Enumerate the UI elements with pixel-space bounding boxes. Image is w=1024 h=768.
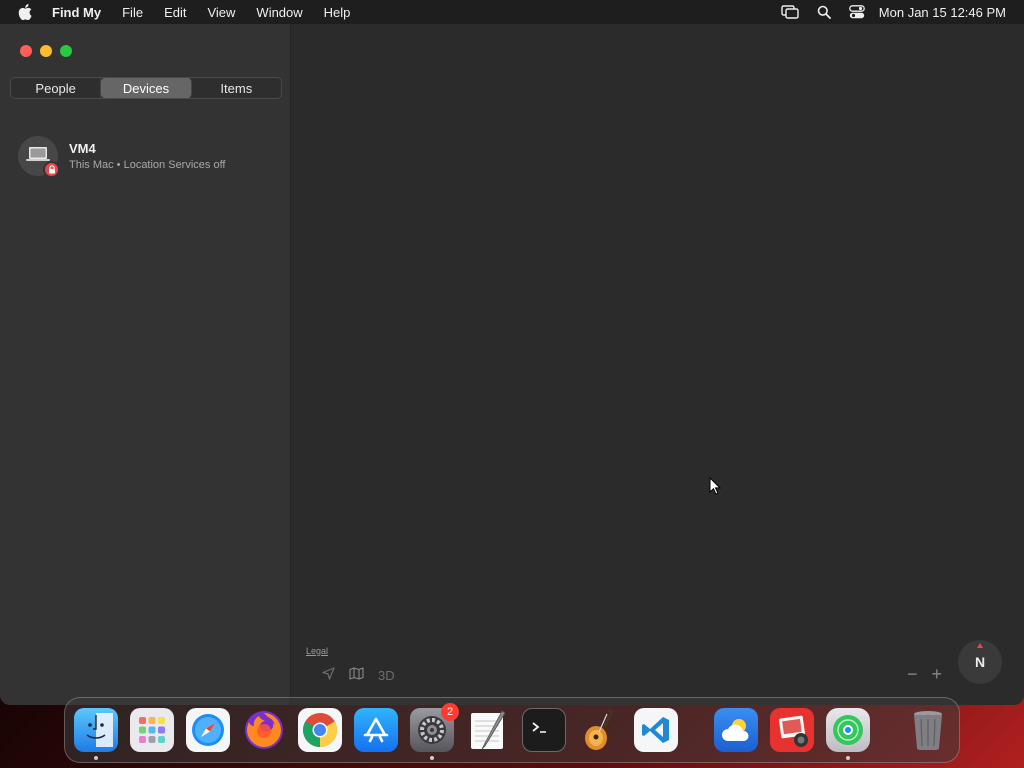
legal-link[interactable]: Legal — [306, 646, 328, 656]
chrome-icon[interactable] — [298, 708, 342, 752]
lock-icon — [43, 161, 60, 178]
tab-items[interactable]: Items — [192, 78, 281, 98]
category-segmented-control: People Devices Items — [10, 77, 282, 99]
mouse-cursor-icon — [709, 476, 722, 500]
device-status: This Mac • Location Services off — [69, 159, 226, 171]
garageband-icon[interactable] — [578, 708, 622, 752]
compass-button[interactable]: N — [958, 640, 1002, 684]
menu-window[interactable]: Window — [256, 5, 302, 20]
apple-menu-icon[interactable] — [18, 4, 36, 20]
zoom-in-button[interactable]: + — [931, 664, 942, 685]
system-settings-icon[interactable]: 2 — [410, 703, 459, 760]
control-center-icon[interactable] — [848, 5, 865, 19]
notification-badge: 2 — [441, 703, 459, 721]
window-controls — [20, 45, 72, 57]
device-avatar — [18, 136, 60, 178]
device-name: VM4 — [69, 141, 96, 156]
screen-mirroring-icon[interactable] — [781, 5, 799, 19]
menu-edit[interactable]: Edit — [164, 5, 186, 20]
dock: 2 — [64, 697, 960, 763]
running-indicator — [430, 756, 434, 760]
firefox-icon[interactable] — [242, 708, 286, 752]
photo-booth-icon[interactable] — [770, 708, 814, 752]
menu-clock[interactable]: Mon Jan 15 12:46 PM — [879, 5, 1006, 20]
menu-help[interactable]: Help — [324, 5, 351, 20]
terminal-icon[interactable] — [522, 708, 566, 752]
running-indicator — [846, 756, 850, 760]
running-indicator — [94, 756, 98, 760]
app-store-icon[interactable] — [354, 708, 398, 752]
minimize-window-button[interactable] — [40, 45, 52, 57]
textedit-icon[interactable] — [466, 708, 510, 752]
compass-north-marker — [977, 643, 983, 648]
menu-bar: Find My File Edit View Window Help Mon J… — [0, 0, 1024, 24]
tab-devices[interactable]: Devices — [101, 78, 192, 98]
map-type-icon[interactable] — [349, 667, 364, 683]
menu-file[interactable]: File — [122, 5, 143, 20]
weather-icon[interactable] — [714, 708, 758, 752]
zoom-controls: − + — [907, 664, 942, 685]
trash-icon[interactable] — [906, 708, 950, 752]
menu-app-name[interactable]: Find My — [52, 5, 101, 20]
finder-icon[interactable] — [74, 708, 118, 760]
find-my-icon[interactable] — [826, 708, 870, 760]
launchpad-icon[interactable] — [130, 708, 174, 752]
vscode-icon[interactable] — [634, 708, 678, 752]
safari-icon[interactable] — [186, 708, 230, 752]
menu-view[interactable]: View — [207, 5, 235, 20]
compass-label: N — [974, 654, 986, 670]
tab-people[interactable]: People — [11, 78, 102, 98]
zoom-out-button[interactable]: − — [907, 664, 918, 685]
spotlight-search-icon[interactable] — [817, 5, 831, 19]
3d-toggle-button[interactable]: 3D — [378, 668, 395, 683]
close-window-button[interactable] — [20, 45, 32, 57]
sidebar: People Devices Items VM4 This Mac • Loca… — [0, 24, 291, 705]
map-controls: 3D — [322, 667, 395, 683]
device-list-item[interactable]: VM4 This Mac • Location Services off — [18, 134, 283, 178]
location-arrow-icon[interactable] — [322, 667, 335, 683]
find-my-window: People Devices Items VM4 This Mac • Loca… — [0, 24, 1024, 705]
maximize-window-button[interactable] — [60, 45, 72, 57]
map-view[interactable]: Legal 3D − + N — [292, 24, 1024, 705]
